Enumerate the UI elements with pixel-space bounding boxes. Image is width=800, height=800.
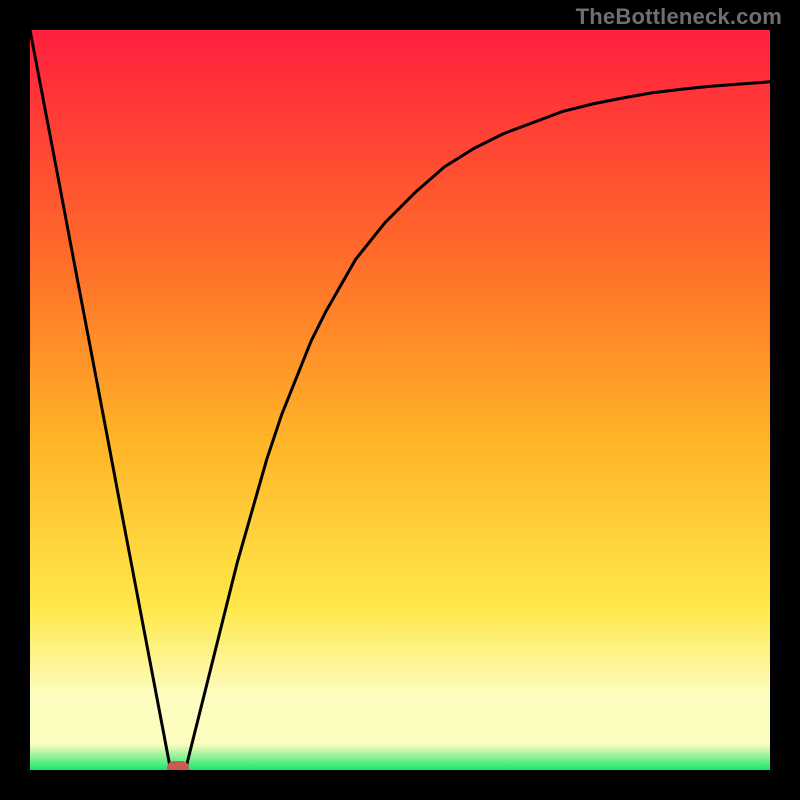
plot-area bbox=[30, 30, 770, 770]
chart-frame: TheBottleneck.com bbox=[0, 0, 800, 800]
min-point-marker bbox=[167, 761, 189, 770]
gradient-background bbox=[30, 30, 770, 770]
plot-svg bbox=[30, 30, 770, 770]
watermark-text: TheBottleneck.com bbox=[576, 4, 782, 30]
